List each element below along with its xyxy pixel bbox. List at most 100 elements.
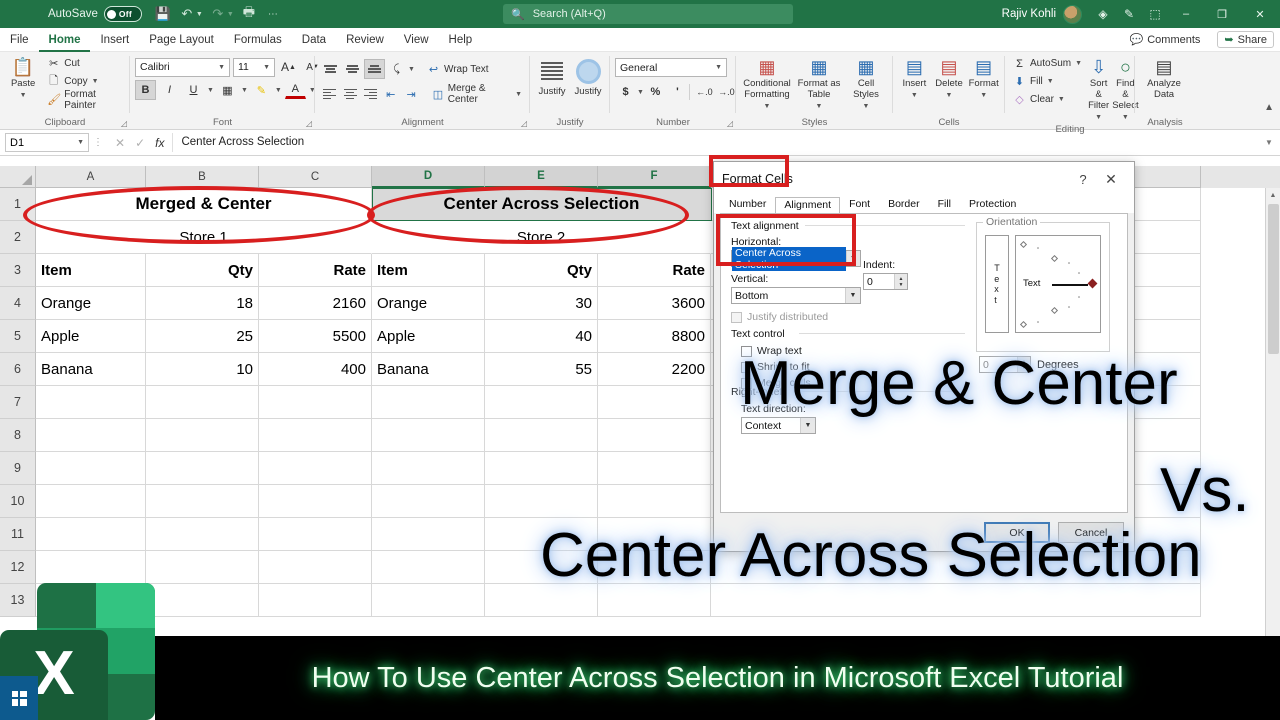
row-header-1[interactable]: 1 <box>0 188 36 221</box>
cell-b11[interactable] <box>146 518 259 551</box>
cell-d11[interactable] <box>372 518 485 551</box>
cell-c8[interactable] <box>259 419 372 452</box>
orientation-handle[interactable] <box>1087 278 1098 289</box>
column-header-f[interactable]: F <box>598 166 711 188</box>
row-header-4[interactable]: 4 <box>0 287 36 320</box>
borders-chevron-down-icon[interactable]: ▼ <box>241 87 248 94</box>
underline-chevron-down-icon[interactable]: ▼ <box>207 87 214 94</box>
format-as-table-chevron-down-icon[interactable]: ▼ <box>816 101 823 112</box>
row-header-3[interactable]: 3 <box>0 254 36 287</box>
italic-button[interactable]: I <box>159 80 180 100</box>
indent-stepper-arrows[interactable]: ▲ ▼ <box>894 274 907 289</box>
decrease-indent-button[interactable]: ⇤ <box>381 84 400 104</box>
orientation-chevron-down-icon[interactable]: ▼ <box>408 66 415 73</box>
search-input[interactable]: 🔍 Search (Alt+Q) <box>503 4 793 24</box>
cell-d3[interactable]: Item <box>372 254 485 287</box>
sort-filter-chevron-down-icon[interactable]: ▼ <box>1095 112 1102 123</box>
format-as-table-button[interactable]: ▦ Format as Table ▼ <box>795 55 843 112</box>
pen-icon[interactable]: ✎ <box>1116 0 1142 28</box>
autosave-control[interactable]: AutoSave Off <box>48 6 142 22</box>
cell-e12[interactable] <box>485 551 598 584</box>
cell-a10[interactable] <box>36 485 146 518</box>
bold-button[interactable]: B <box>135 80 156 100</box>
text-direction-chevron-down-icon[interactable]: ▼ <box>800 418 815 433</box>
insert-cells-button[interactable]: ▤ Insert ▼ <box>898 55 931 101</box>
dialog-close-icon[interactable]: ✕ <box>1096 171 1126 188</box>
save-icon[interactable]: 💾 <box>152 3 174 25</box>
cell-e4[interactable]: 30 <box>485 287 598 320</box>
cell-e13[interactable] <box>485 584 598 617</box>
autosum-button[interactable]: Σ AutoSum ▼ <box>1010 55 1085 72</box>
orientation-marker[interactable] <box>1019 240 1028 249</box>
tab-data[interactable]: Data <box>292 28 336 52</box>
cell-d12[interactable] <box>372 551 485 584</box>
cell-d9[interactable] <box>372 452 485 485</box>
insert-function-icon[interactable]: fx <box>155 136 164 150</box>
find-select-chevron-down-icon[interactable]: ▼ <box>1122 112 1129 123</box>
cell-e10[interactable] <box>485 485 598 518</box>
tab-insert[interactable]: Insert <box>90 28 139 52</box>
justify-button-2[interactable]: Justify <box>571 58 605 97</box>
row-header-5[interactable]: 5 <box>0 320 36 353</box>
vertical-text-button[interactable]: Text <box>985 235 1009 333</box>
underline-button[interactable]: U <box>183 80 204 100</box>
cell-b5[interactable]: 25 <box>146 320 259 353</box>
column-header-e[interactable]: E <box>485 166 598 188</box>
cell-a1-merged[interactable]: Merged & Center <box>36 188 372 221</box>
font-name-chevron-down-icon[interactable]: ▼ <box>218 64 225 71</box>
cell-a4[interactable]: Orange <box>36 287 146 320</box>
cell-c11[interactable] <box>259 518 372 551</box>
cell-c4[interactable]: 2160 <box>259 287 372 320</box>
cell-c12[interactable] <box>259 551 372 584</box>
row-header-2[interactable]: 2 <box>0 221 36 254</box>
name-box-chevron-down-icon[interactable]: ▼ <box>77 139 84 146</box>
font-size-chevron-down-icon[interactable]: ▼ <box>263 64 270 71</box>
ribbon-display-options-icon[interactable]: ⬚ <box>1142 0 1168 28</box>
cell-c6[interactable]: 400 <box>259 353 372 386</box>
orientation-marker[interactable] <box>1050 254 1059 263</box>
fill-chevron-down-icon[interactable]: ▼ <box>1047 78 1054 85</box>
cell-c5[interactable]: 5500 <box>259 320 372 353</box>
print-preview-icon[interactable]: 🖶 <box>238 3 260 25</box>
font-size-combo[interactable]: 11 ▼ <box>233 57 275 77</box>
number-format-chevron-down-icon[interactable]: ▼ <box>715 64 722 71</box>
cell-e3[interactable]: Qty <box>485 254 598 287</box>
cell-a6[interactable]: Banana <box>36 353 146 386</box>
tab-help[interactable]: Help <box>439 28 483 52</box>
cell-f12[interactable] <box>598 551 711 584</box>
share-button[interactable]: ➥ Share <box>1217 31 1274 48</box>
cell-d8[interactable] <box>372 419 485 452</box>
orientation-marker[interactable] <box>1050 306 1059 315</box>
undo-icon[interactable]: ↶ <box>176 3 198 25</box>
fill-color-chevron-down-icon[interactable]: ▼ <box>275 87 282 94</box>
restore-button[interactable]: ❐ <box>1204 0 1240 28</box>
close-button[interactable]: ✕ <box>1240 0 1280 28</box>
row-header-7[interactable]: 7 <box>0 386 36 419</box>
orientation-button[interactable]: ⤹ <box>386 59 407 79</box>
cell-a5[interactable]: Apple <box>36 320 146 353</box>
justify-distributed-checkbox[interactable]: Justify distributed <box>731 311 967 323</box>
clear-chevron-down-icon[interactable]: ▼ <box>1058 96 1065 103</box>
cell-e7[interactable] <box>485 386 598 419</box>
borders-button[interactable]: ▦ <box>217 80 238 100</box>
diamond-icon[interactable]: ◈ <box>1090 0 1116 28</box>
cell-d1-center-across-selection[interactable]: Center Across Selection <box>372 188 711 220</box>
cell-i12[interactable] <box>711 551 1201 584</box>
cell-d13[interactable] <box>372 584 485 617</box>
cell-c10[interactable] <box>259 485 372 518</box>
cell-styles-chevron-down-icon[interactable]: ▼ <box>863 101 870 112</box>
cancel-entry-icon[interactable]: ✕ <box>115 136 125 150</box>
cell-a9[interactable] <box>36 452 146 485</box>
cell-f3[interactable]: Rate <box>598 254 711 287</box>
fill-button[interactable]: ⬇ Fill ▼ <box>1010 73 1085 90</box>
comments-button[interactable]: 💬 Comments <box>1123 31 1208 48</box>
cell-f5[interactable]: 8800 <box>598 320 711 353</box>
increase-decimal-button[interactable]: ←.0 <box>694 82 715 102</box>
conditional-formatting-button[interactable]: ▦ Conditional Formatting ▼ <box>741 55 793 112</box>
paste-button[interactable]: 📋 Paste ▼ <box>5 55 41 101</box>
merge-center-chevron-down-icon[interactable]: ▼ <box>515 91 522 98</box>
text-direction-dropdown[interactable]: Context ▼ <box>741 417 816 434</box>
row-header-10[interactable]: 10 <box>0 485 36 518</box>
increase-font-size-button[interactable]: A ▲ <box>278 57 299 77</box>
cell-b10[interactable] <box>146 485 259 518</box>
